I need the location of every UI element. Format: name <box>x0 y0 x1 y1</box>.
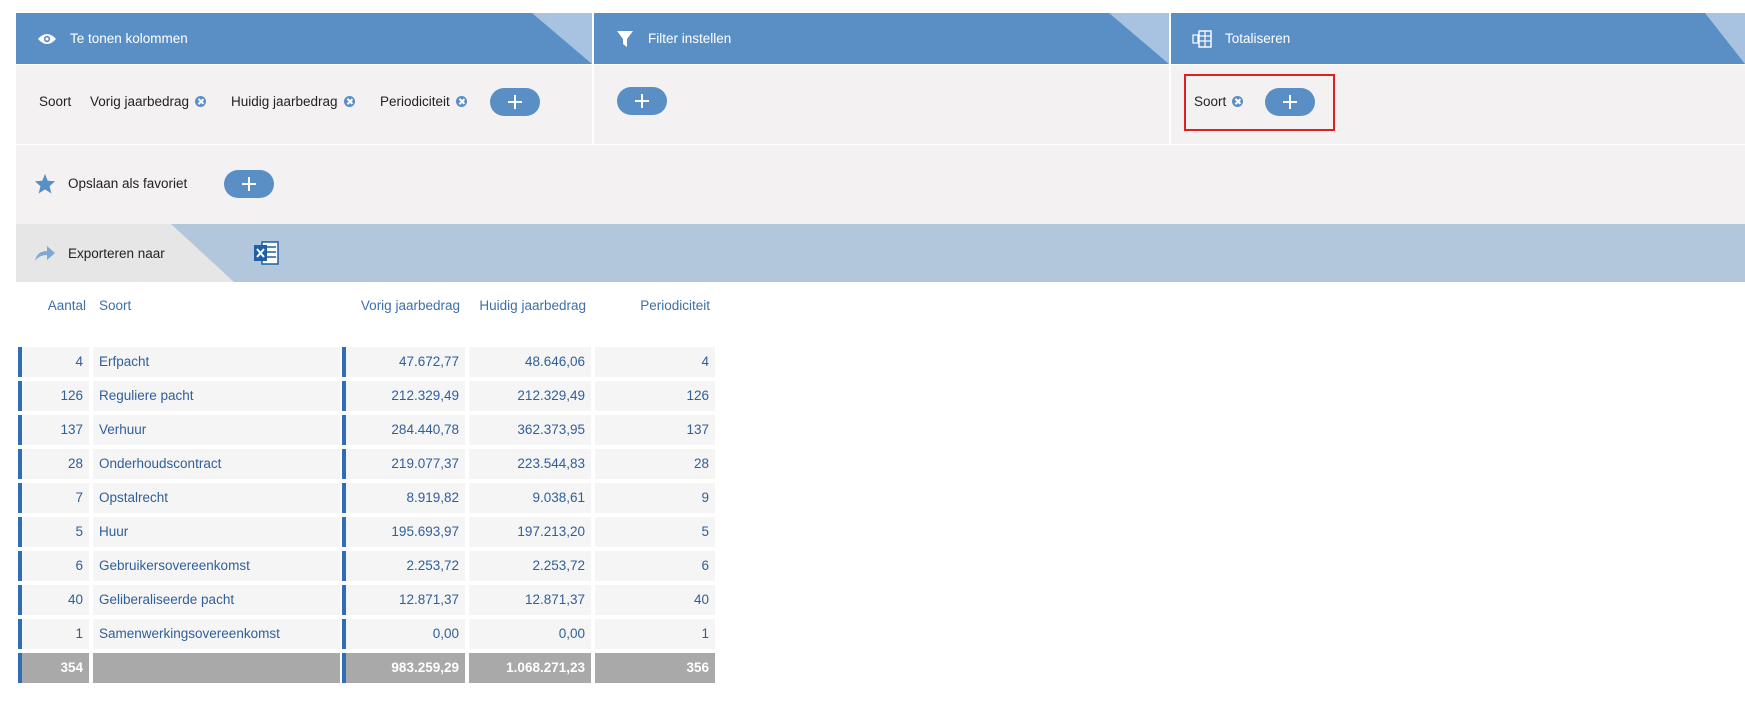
cell-huidig: 12.871,37 <box>469 585 591 615</box>
cell-soort[interactable]: Erfpacht <box>93 347 340 377</box>
cell-periodiciteit: 126 <box>595 381 715 411</box>
cell-soort[interactable]: Verhuur <box>93 415 340 445</box>
cell-huidig: 197.213,20 <box>469 517 591 547</box>
cell-huidig: 9.038,61 <box>469 483 591 513</box>
cell-periodiciteit: 4 <box>595 347 715 377</box>
cell-periodiciteit: 137 <box>595 415 715 445</box>
totals-panel-title: Totaliseren <box>1225 31 1291 46</box>
filter-icon <box>614 28 636 50</box>
cell-soort[interactable]: Huur <box>93 517 340 547</box>
header-aantal[interactable]: Aantal <box>22 298 86 313</box>
totals-panel-header[interactable]: Totaliseren <box>1171 13 1745 64</box>
cell-huidig: 0,00 <box>469 619 591 649</box>
header-huidig-jaarbedrag[interactable]: Huidig jaarbedrag <box>468 298 586 313</box>
cell-periodiciteit: 6 <box>595 551 715 581</box>
cell-vorig: 195.693,97 <box>342 517 465 547</box>
share-arrow-icon <box>34 245 56 265</box>
cell-vorig: 212.329,49 <box>342 381 465 411</box>
cell-soort[interactable]: Onderhoudscontract <box>93 449 340 479</box>
cell-periodiciteit: 28 <box>595 449 715 479</box>
filter-panel-title: Filter instellen <box>648 31 732 46</box>
star-icon <box>34 173 56 197</box>
cell-huidig: 48.646,06 <box>469 347 591 377</box>
column-chip-vorig-jaarbedrag: Vorig jaarbedrag <box>90 94 207 109</box>
add-filter-button[interactable] <box>617 87 667 115</box>
cell-huidig: 223.544,83 <box>469 449 591 479</box>
remove-icon[interactable] <box>455 96 467 107</box>
cell-aantal: 126 <box>18 381 89 411</box>
favorite-row <box>16 145 1745 224</box>
cell-soort[interactable]: Geliberaliseerde pacht <box>93 585 340 615</box>
total-huidig: 1.068.271,23 <box>469 653 591 683</box>
cell-vorig: 47.672,77 <box>342 347 465 377</box>
total-periodiciteit: 356 <box>595 653 715 683</box>
eye-icon <box>36 28 58 50</box>
remove-icon[interactable] <box>1232 96 1244 107</box>
excel-icon[interactable] <box>253 240 279 269</box>
totals-chip-soort: Soort <box>1194 94 1244 109</box>
add-total-button[interactable] <box>1265 88 1315 116</box>
cell-vorig: 12.871,37 <box>342 585 465 615</box>
favorite-label: Opslaan als favoriet <box>68 176 188 191</box>
header-vorig-jaarbedrag[interactable]: Vorig jaarbedrag <box>345 298 460 313</box>
column-chip-soort: Soort <box>39 94 72 109</box>
cell-periodiciteit: 9 <box>595 483 715 513</box>
cell-soort[interactable]: Samenwerkingsovereenkomst <box>93 619 340 649</box>
cell-aantal: 5 <box>18 517 89 547</box>
column-chip-huidig-jaarbedrag: Huidig jaarbedrag <box>231 94 355 109</box>
cell-vorig: 8.919,82 <box>342 483 465 513</box>
total-vorig: 983.259,29 <box>342 653 465 683</box>
cell-soort[interactable]: Opstalrecht <box>93 483 340 513</box>
totalize-icon <box>1191 28 1213 50</box>
cell-periodiciteit: 5 <box>595 517 715 547</box>
cell-huidig: 2.253,72 <box>469 551 591 581</box>
cell-huidig: 212.329,49 <box>469 381 591 411</box>
remove-icon[interactable] <box>195 96 207 107</box>
add-column-button[interactable] <box>490 88 540 116</box>
header-periodiciteit[interactable]: Periodiciteit <box>600 298 710 313</box>
cell-soort[interactable]: Reguliere pacht <box>93 381 340 411</box>
filter-panel-header[interactable]: Filter instellen <box>594 13 1169 64</box>
cell-aantal: 40 <box>18 585 89 615</box>
cell-aantal: 137 <box>18 415 89 445</box>
cell-aantal: 4 <box>18 347 89 377</box>
cell-periodiciteit: 40 <box>595 585 715 615</box>
add-favorite-button[interactable] <box>224 170 274 198</box>
cell-soort[interactable]: Gebruikersovereenkomst <box>93 551 340 581</box>
cell-vorig: 0,00 <box>342 619 465 649</box>
cell-aantal: 6 <box>18 551 89 581</box>
cell-vorig: 2.253,72 <box>342 551 465 581</box>
cell-aantal: 7 <box>18 483 89 513</box>
export-label: Exporteren naar <box>68 246 165 261</box>
cell-aantal: 1 <box>18 619 89 649</box>
cell-periodiciteit: 1 <box>595 619 715 649</box>
cell-huidig: 362.373,95 <box>469 415 591 445</box>
filter-panel-body <box>594 65 1169 144</box>
total-soort <box>93 653 340 683</box>
column-chip-periodiciteit: Periodiciteit <box>380 94 467 109</box>
cell-aantal: 28 <box>18 449 89 479</box>
cell-vorig: 284.440,78 <box>342 415 465 445</box>
header-soort[interactable]: Soort <box>99 298 131 313</box>
columns-panel-header[interactable]: Te tonen kolommen <box>16 13 592 64</box>
total-aantal: 354 <box>18 653 89 683</box>
cell-vorig: 219.077,37 <box>342 449 465 479</box>
remove-icon[interactable] <box>343 96 355 107</box>
columns-panel-title: Te tonen kolommen <box>70 31 188 46</box>
